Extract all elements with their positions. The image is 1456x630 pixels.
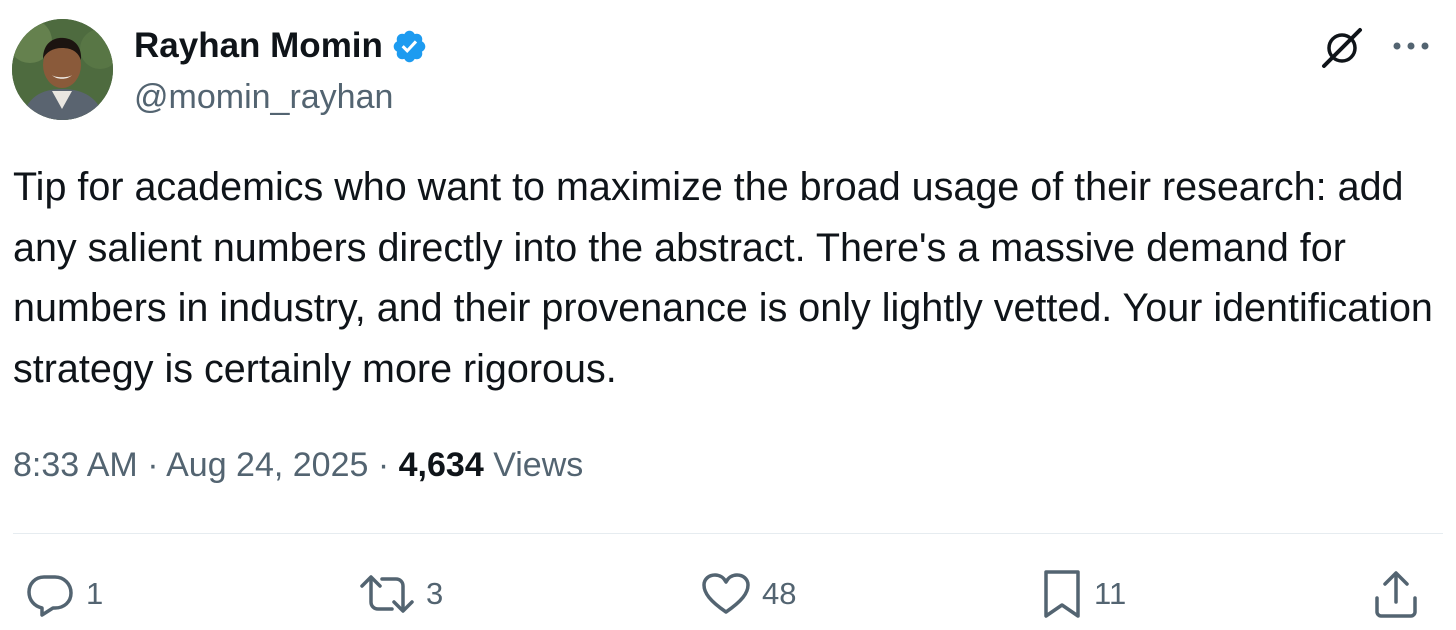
author-name-row[interactable]: Rayhan Momin — [134, 24, 428, 68]
meta-separator: · — [147, 446, 159, 484]
bookmark-button[interactable]: 11 — [1040, 566, 1126, 622]
reply-button[interactable]: 1 — [24, 566, 103, 622]
views-count: 4,634 — [398, 446, 484, 484]
grok-slash-icon — [1322, 28, 1362, 68]
retweet-count: 3 — [426, 576, 444, 611]
bookmark-count: 11 — [1094, 576, 1127, 611]
reply-count: 1 — [86, 576, 104, 611]
more-button[interactable] — [1389, 28, 1433, 64]
more-horizontal-icon — [1393, 42, 1429, 50]
tweet-text: Tip for academics who want to maximize t… — [13, 165, 1433, 391]
share-button[interactable] — [1372, 566, 1420, 622]
share-icon — [1375, 571, 1417, 618]
verified-badge-icon — [393, 30, 426, 62]
meta-separator: · — [377, 446, 390, 484]
like-count: 48 — [762, 576, 797, 611]
tweet-date[interactable]: Aug 24, 2025 — [166, 446, 368, 484]
avatar-image — [12, 19, 113, 120]
heart-icon — [702, 573, 750, 614]
retweet-icon — [360, 575, 414, 613]
tweet-meta: 8:33 AM · Aug 24, 2025 · 4,634 Views — [13, 441, 583, 489]
divider — [13, 533, 1443, 534]
reply-icon — [27, 575, 73, 617]
author-name[interactable]: Rayhan Momin — [134, 24, 383, 68]
like-button[interactable]: 48 — [700, 566, 796, 622]
avatar[interactable] — [12, 19, 113, 120]
tweet-card: Rayhan Momin @momin_rayhan Tip for acade… — [0, 0, 1456, 630]
bookmark-icon — [1044, 570, 1080, 618]
author-handle[interactable]: @momin_rayhan — [134, 76, 393, 118]
retweet-button[interactable]: 3 — [358, 566, 443, 622]
tweet-time[interactable]: 8:33 AM — [13, 446, 138, 484]
grok-button[interactable] — [1318, 24, 1366, 72]
views-label: Views — [493, 446, 584, 484]
